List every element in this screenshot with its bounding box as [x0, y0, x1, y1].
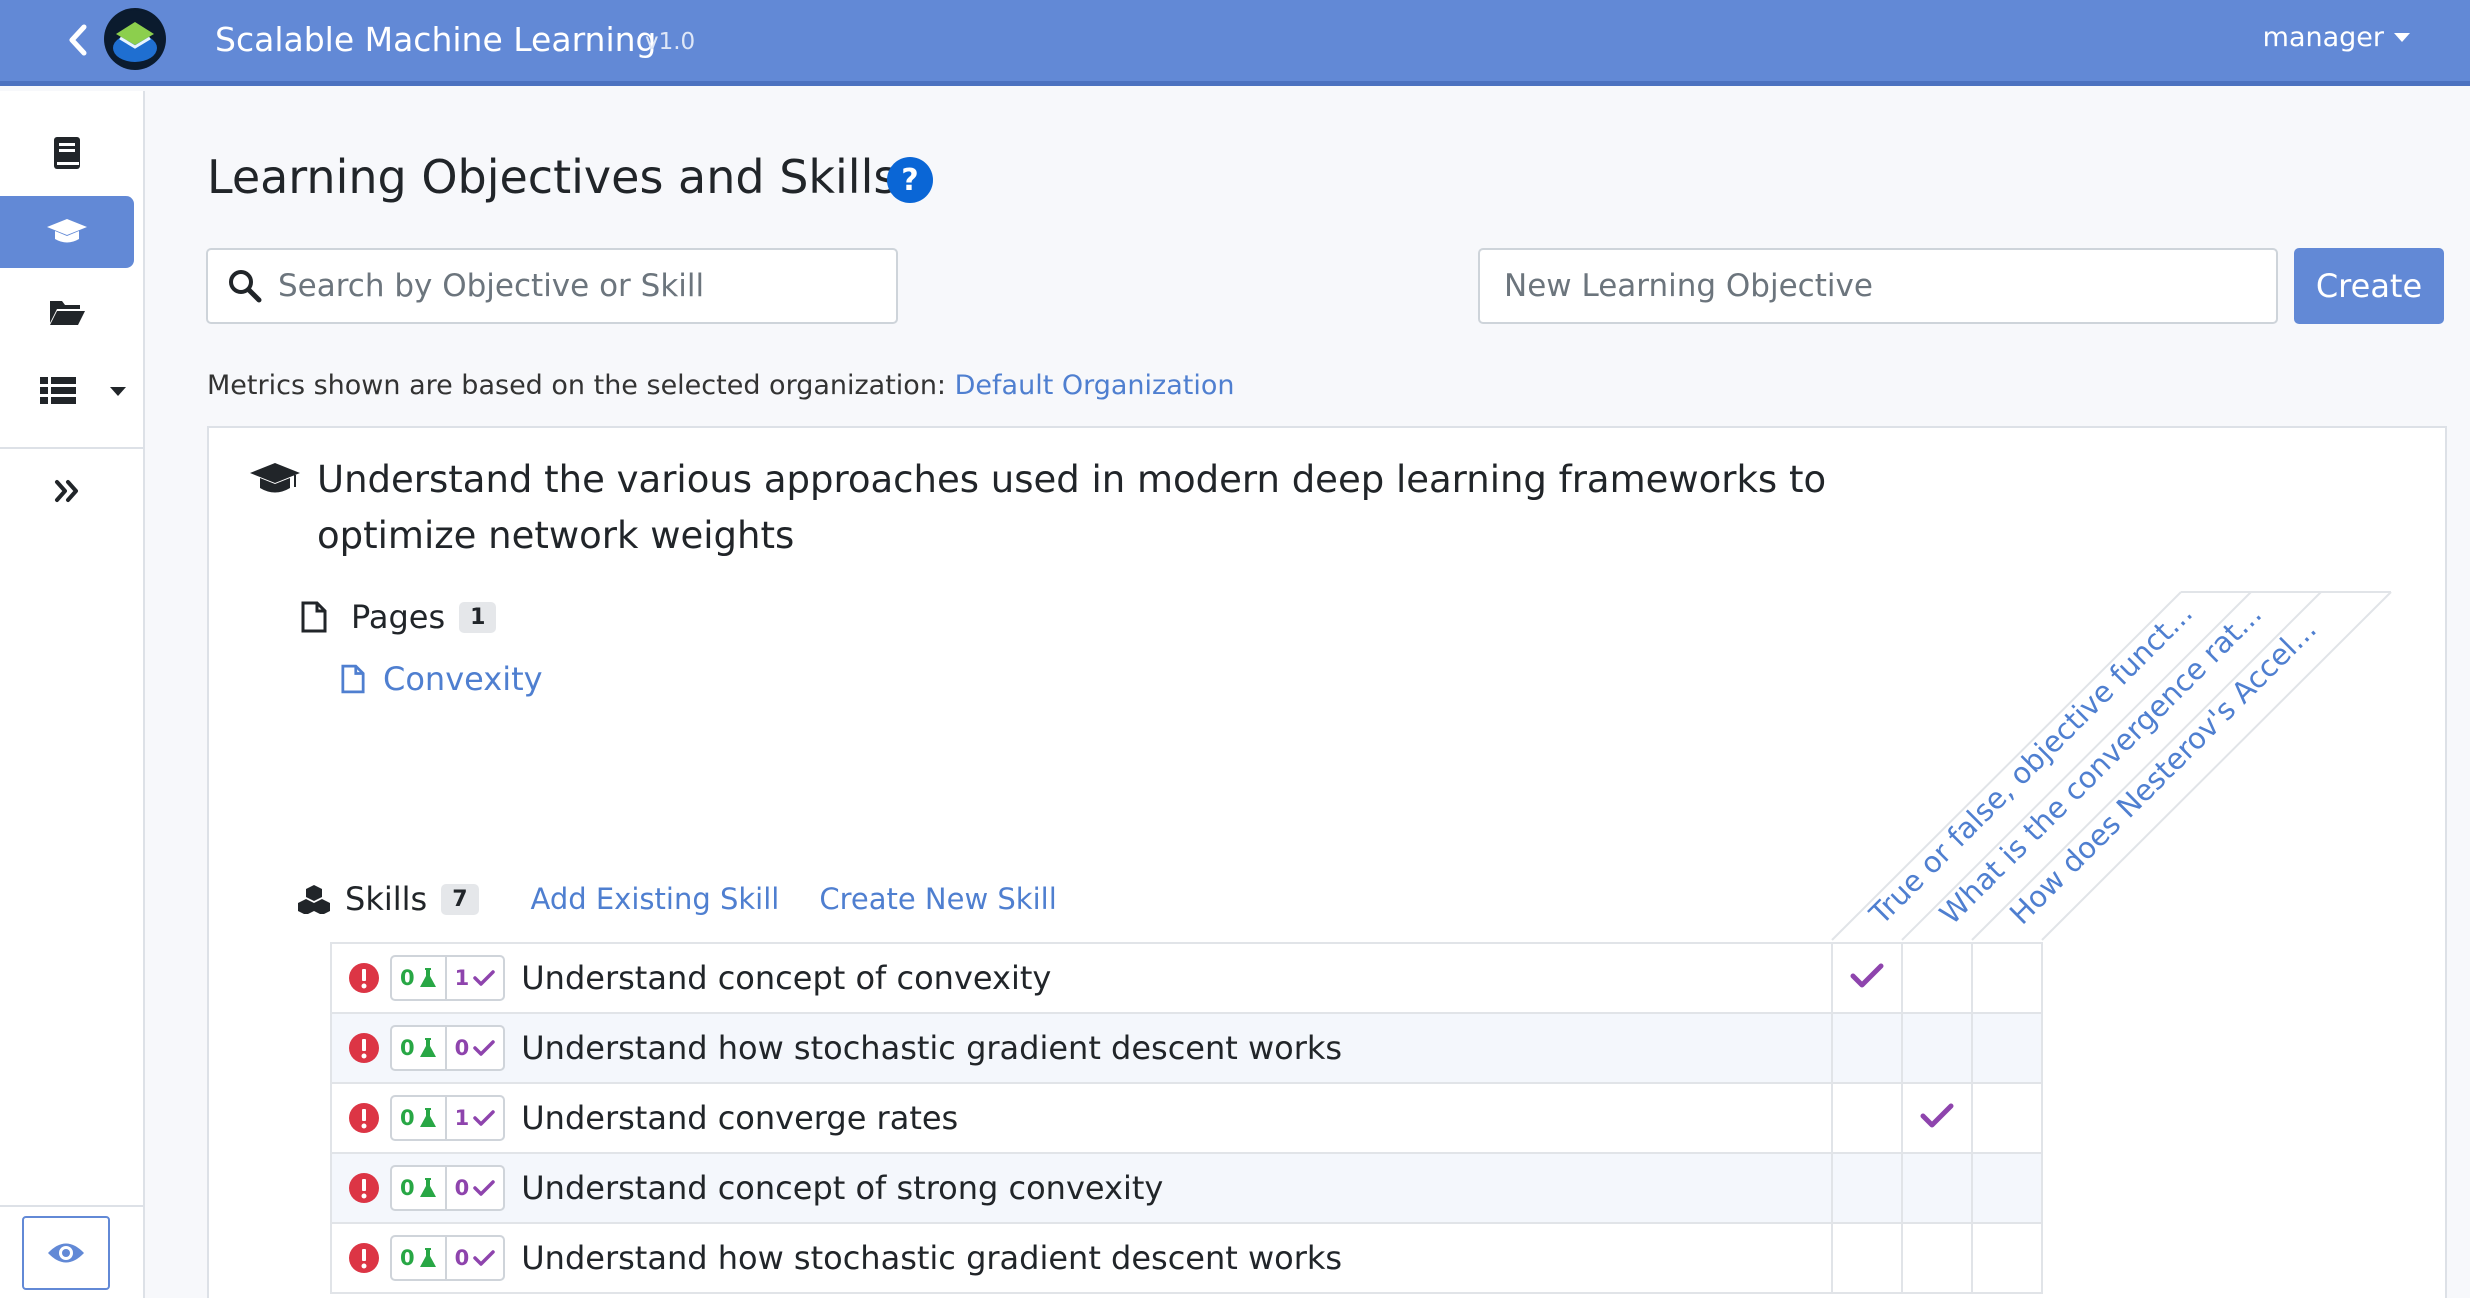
question-headers: True or false, objective funct...What is… — [1831, 591, 2392, 941]
question-header[interactable]: How does Nesterov's Accel... — [2003, 612, 2323, 931]
